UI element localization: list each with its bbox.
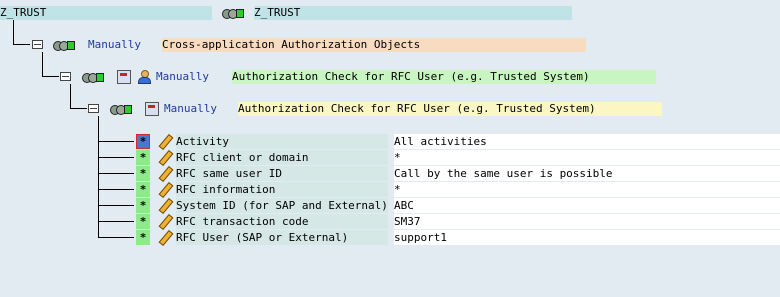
- field-selector[interactable]: *: [136, 150, 150, 165]
- level2-status: Manually: [156, 70, 209, 83]
- pencil-icon[interactable]: [158, 151, 172, 165]
- field-name: RFC transaction code: [176, 214, 388, 229]
- profile-name: Z_TRUST: [0, 6, 212, 20]
- pencil-icon[interactable]: [158, 135, 172, 149]
- level1-text[interactable]: Cross-application Authorization Objects: [162, 38, 586, 52]
- status-lights-icon: [222, 9, 244, 19]
- field-value[interactable]: SM37: [394, 214, 780, 229]
- level3-status: Manually: [164, 102, 217, 115]
- status-lights-icon: [82, 73, 104, 83]
- field-value[interactable]: *: [394, 150, 780, 165]
- pencil-icon[interactable]: [158, 199, 172, 213]
- field-selector[interactable]: *: [136, 214, 150, 229]
- pencil-icon[interactable]: [158, 167, 172, 181]
- field-name: RFC client or domain: [176, 150, 388, 165]
- field-selector[interactable]: *: [136, 134, 150, 149]
- field-selector[interactable]: *: [136, 166, 150, 181]
- pencil-icon[interactable]: [158, 183, 172, 197]
- profile-name-right: Z_TRUST: [254, 6, 572, 20]
- field-value[interactable]: All activities: [394, 134, 780, 149]
- status-lights-icon: [53, 41, 75, 51]
- field-value[interactable]: Call by the same user is possible: [394, 166, 780, 181]
- field-name: System ID (for SAP and External): [176, 198, 388, 213]
- pencil-icon[interactable]: [158, 231, 172, 245]
- field-selector[interactable]: *: [136, 230, 150, 245]
- auth-object-icon: [117, 70, 131, 84]
- collapse-folder-icon[interactable]: [60, 72, 71, 81]
- level3-text[interactable]: Authorization Check for RFC User (e.g. T…: [238, 102, 662, 116]
- field-selector[interactable]: *: [136, 198, 150, 213]
- field-value[interactable]: ABC: [394, 198, 780, 213]
- field-value[interactable]: support1: [394, 230, 780, 245]
- field-value[interactable]: *: [394, 182, 780, 197]
- user-icon: [137, 70, 151, 84]
- level2-text[interactable]: Authorization Check for RFC User (e.g. T…: [232, 70, 656, 84]
- field-name: RFC User (SAP or External): [176, 230, 388, 245]
- auth-object-icon: [145, 102, 159, 116]
- field-name: RFC same user ID: [176, 166, 388, 181]
- field-name: RFC information: [176, 182, 388, 197]
- field-selector[interactable]: *: [136, 182, 150, 197]
- pencil-icon[interactable]: [158, 215, 172, 229]
- field-name: Activity: [176, 134, 388, 149]
- level1-status: Manually: [88, 38, 141, 51]
- collapse-folder-icon[interactable]: [32, 40, 43, 49]
- status-lights-icon: [110, 105, 132, 115]
- collapse-folder-icon[interactable]: [88, 104, 99, 113]
